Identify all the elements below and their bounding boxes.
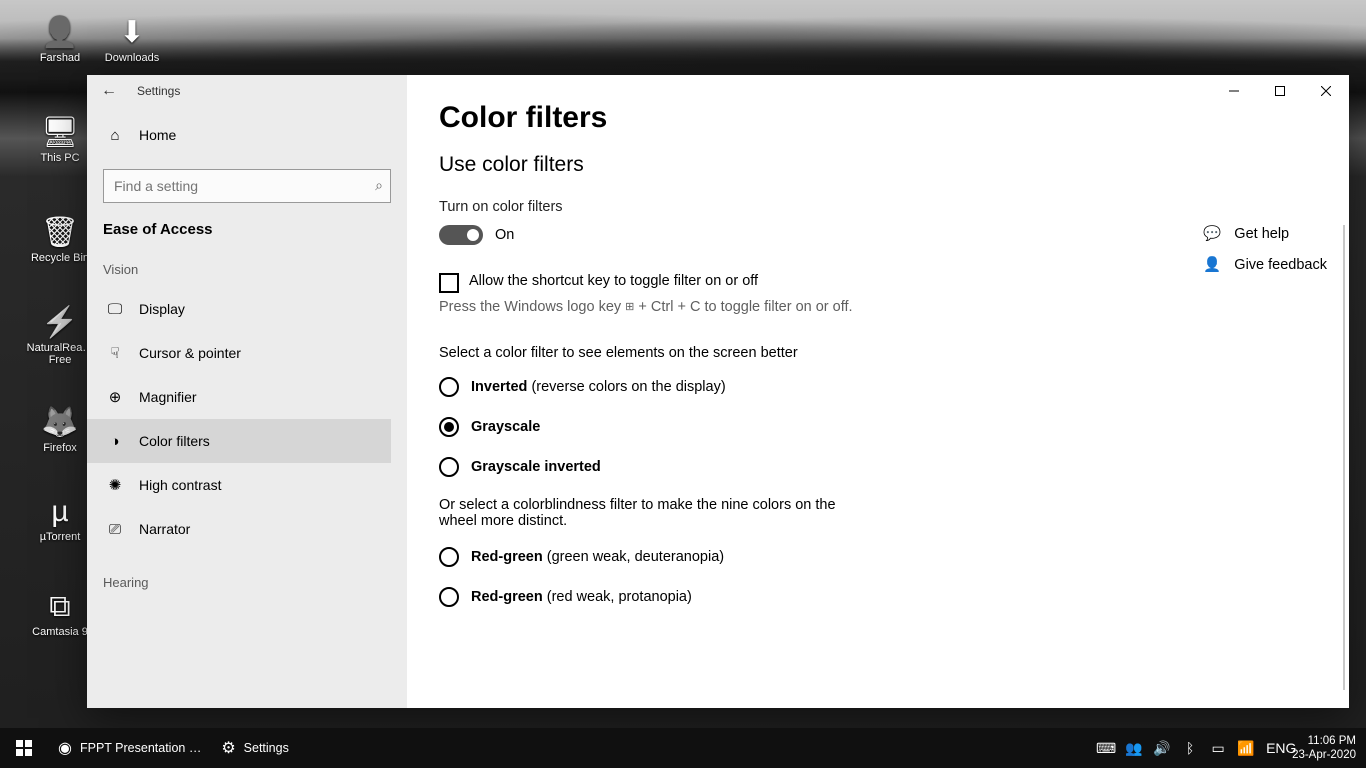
close-button[interactable] [1303,75,1349,107]
filter-grayscale[interactable]: Grayscale [439,417,1317,437]
magnifier-icon: ⊕ [103,388,127,406]
back-button[interactable]: ← [87,82,131,100]
tray-volume-icon[interactable]: 🔊 [1148,740,1176,757]
tray-people-icon[interactable]: 👥 [1120,740,1148,757]
get-help-link[interactable]: 💬 Get help [1200,225,1327,242]
shortcut-checkbox-label: Allow the shortcut key to toggle filter … [469,273,758,289]
desktop-icon-farshad[interactable]: 👤Farshad [20,15,100,64]
home-icon: ⌂ [103,127,127,144]
toggle-state: On [495,227,514,243]
cursor-icon: ☟ [103,344,127,362]
settings-icon: ⚙ [221,738,235,758]
nav-home[interactable]: ⌂ Home [103,113,391,157]
taskbar-settings[interactable]: ⚙Settings [211,728,299,768]
settings-window: ← Settings ⌂ Home ⌕ Ease of Access Visio… [87,75,1349,708]
shortcut-checkbox[interactable] [439,273,459,293]
filter-grayscale-inv[interactable]: Grayscale inverted [439,457,1317,477]
windows-key-icon: ⊞ [625,300,634,313]
colorblind-note: Or select a colorblindness filter to mak… [439,497,859,529]
nav-color-filters[interactable]: ◑Color filters [87,419,391,463]
taskbar-chrome[interactable]: ◉FPPT Presentation … [48,728,211,768]
nav-home-label: Home [139,127,176,143]
settings-sidebar: ← Settings ⌂ Home ⌕ Ease of Access Visio… [87,75,407,708]
get-help-label: Get help [1234,226,1289,242]
scrollbar[interactable] [1343,225,1345,690]
help-icon: 💬 [1200,225,1224,242]
taskbar: ◉FPPT Presentation …⚙Settings ⌨ 👥 🔊 ᛒ ▭ … [0,728,1366,768]
search-icon: ⌕ [375,177,383,194]
app-title: Settings [137,84,180,98]
radio-inverted[interactable] [439,377,459,397]
high-contrast-icon: ✺ [103,476,127,494]
minimize-button[interactable] [1211,75,1257,107]
desktop-icon-downloads[interactable]: ⬇Downloads [92,15,172,64]
radio-prot[interactable] [439,587,459,607]
tray-keyboard-icon[interactable]: ⌨ [1092,740,1120,757]
radio-grayscale[interactable] [439,417,459,437]
toggle-label: Turn on color filters [439,199,1317,215]
filter-inverted[interactable]: Inverted (reverse colors on the display) [439,377,1317,397]
tray-wifi-icon[interactable]: 📶 [1232,740,1260,757]
nav-display[interactable]: 🖵Display [87,287,391,331]
tray-bluetooth-icon[interactable]: ᛒ [1176,740,1204,756]
nav-narrator[interactable]: ⎚Narrator [87,507,391,551]
shortcut-hint: Press the Windows logo key ⊞ + Ctrl + C … [439,299,1317,315]
search-box[interactable]: ⌕ [103,169,391,203]
section-hearing: Hearing [103,575,391,590]
start-button[interactable] [0,728,48,768]
color-filters-toggle[interactable] [439,225,483,245]
feedback-icon: 👤 [1200,256,1224,273]
nav-magnifier[interactable]: ⊕Magnifier [87,375,391,419]
give-feedback-link[interactable]: 👤 Give feedback [1200,256,1327,273]
display-icon: 🖵 [103,301,127,318]
color-filters-icon: ◑ [103,433,127,450]
farshad-icon: 👤 [20,15,100,50]
downloads-icon: ⬇ [92,15,172,50]
narrator-icon: ⎚ [103,521,127,538]
chrome-icon: ◉ [58,738,72,758]
nav-cursor[interactable]: ☟Cursor & pointer [87,331,391,375]
radio-grayscale-inv[interactable] [439,457,459,477]
category-title: Ease of Access [103,221,391,238]
taskbar-clock[interactable]: 11:06 PM 23-Apr-2020 [1288,734,1366,763]
filter-deuter[interactable]: Red-green (green weak, deuteranopia) [439,547,1317,567]
nav-high-contrast[interactable]: ✺High contrast [87,463,391,507]
filter-prot[interactable]: Red-green (red weak, protanopia) [439,587,1317,607]
tray-battery-icon[interactable]: ▭ [1204,740,1232,757]
radio-deuter[interactable] [439,547,459,567]
maximize-button[interactable] [1257,75,1303,107]
settings-content: Color filters Use color filters Turn on … [407,75,1349,708]
search-input[interactable] [103,169,391,203]
page-title: Color filters [439,101,1317,135]
page-subtitle: Use color filters [439,153,1317,177]
give-feedback-label: Give feedback [1234,257,1327,273]
system-tray: ⌨ 👥 🔊 ᛒ ▭ 📶 ENG 11:06 PM 23-Apr-2020 [1092,728,1366,768]
filter-select-label: Select a color filter to see elements on… [439,345,1317,361]
tray-language[interactable]: ENG [1260,740,1288,756]
section-vision: Vision [103,262,391,277]
